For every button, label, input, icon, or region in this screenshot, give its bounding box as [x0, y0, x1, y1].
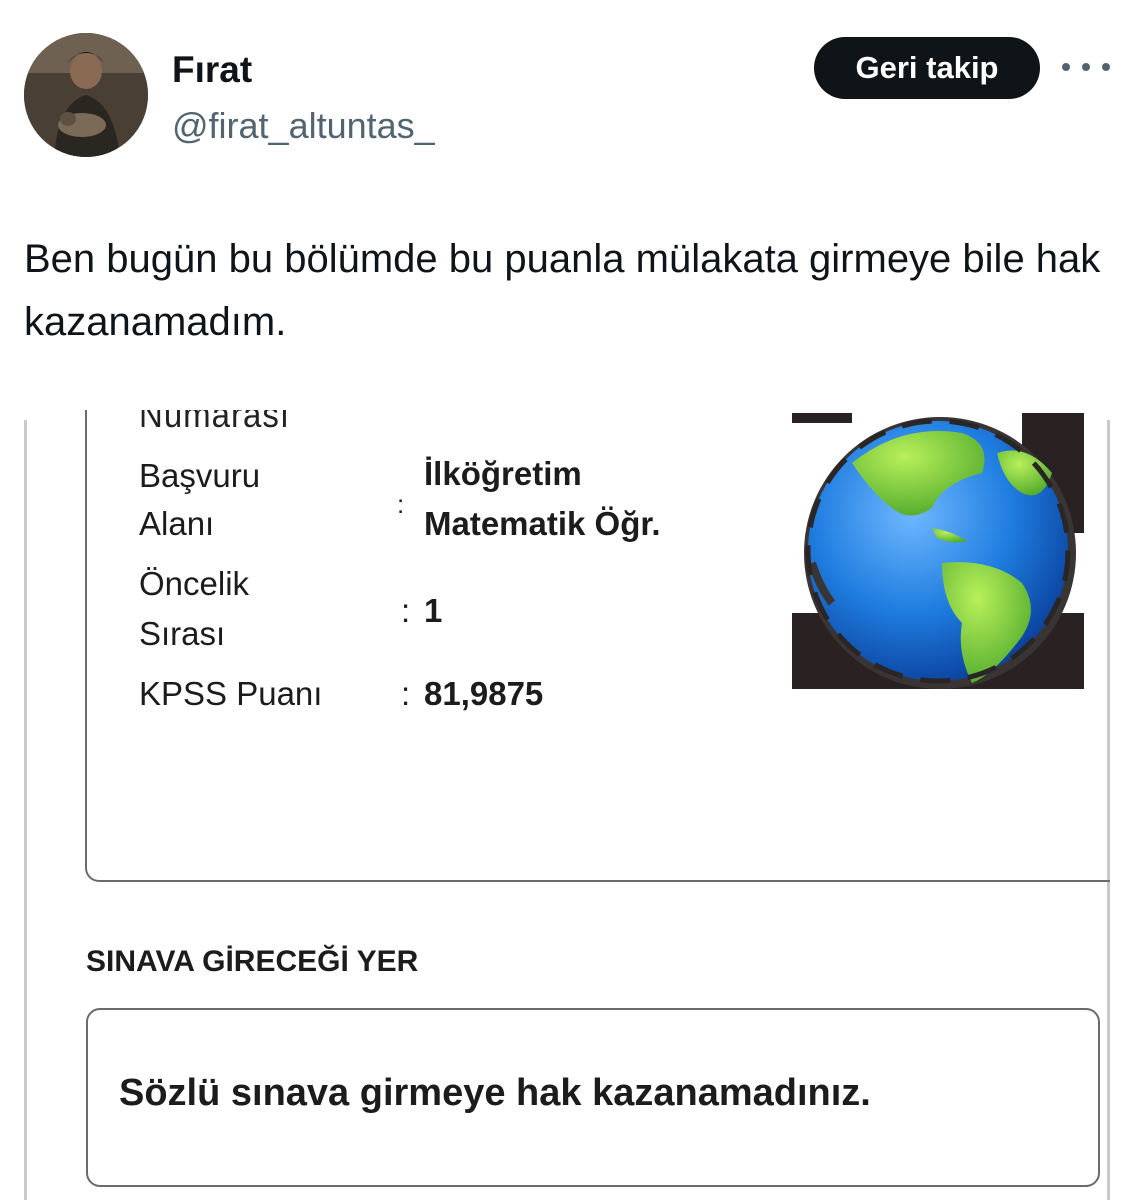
- row-label: KPSS Puanı: [139, 675, 323, 712]
- follow-back-button[interactable]: Geri takip: [814, 37, 1040, 99]
- row-separator: :: [397, 489, 405, 519]
- row-label: Başvuru: [139, 457, 261, 494]
- row-value: 1: [424, 592, 443, 629]
- media-border: [24, 420, 27, 1200]
- row-value: İlköğretim: [424, 455, 582, 492]
- display-name[interactable]: Fırat: [172, 48, 252, 92]
- tweet-text: Ben bugün bu bölümde bu puanla mülakata …: [24, 237, 1101, 344]
- result-text: Sözlü sınava girmeye hak kazanamadınız.: [119, 1072, 871, 1114]
- dot: [1062, 63, 1070, 71]
- more-options-icon[interactable]: [1062, 52, 1110, 82]
- cut-label: Numarası: [139, 410, 291, 435]
- dot: [1082, 63, 1090, 71]
- row-separator: :: [401, 675, 411, 712]
- row-label: Öncelik: [139, 565, 250, 602]
- row-value: 81,9875: [424, 675, 544, 712]
- row-label: Sırası: [139, 615, 226, 652]
- tweet-media-image[interactable]: Numarası Başvuru Alanı : İlköğretim Mate…: [24, 410, 1110, 1200]
- dot: [1102, 63, 1110, 71]
- avatar[interactable]: [24, 33, 148, 157]
- user-handle[interactable]: @firat_altuntas_: [172, 104, 435, 148]
- globe-icon: [792, 413, 1084, 689]
- row-separator: :: [401, 592, 411, 629]
- row-label: Alanı: [139, 505, 215, 542]
- profile-photo-icon: [24, 33, 148, 157]
- section-title: SINAVA GİRECEĞİ YER: [86, 945, 419, 978]
- row-value: Matematik Öğr.: [424, 505, 661, 542]
